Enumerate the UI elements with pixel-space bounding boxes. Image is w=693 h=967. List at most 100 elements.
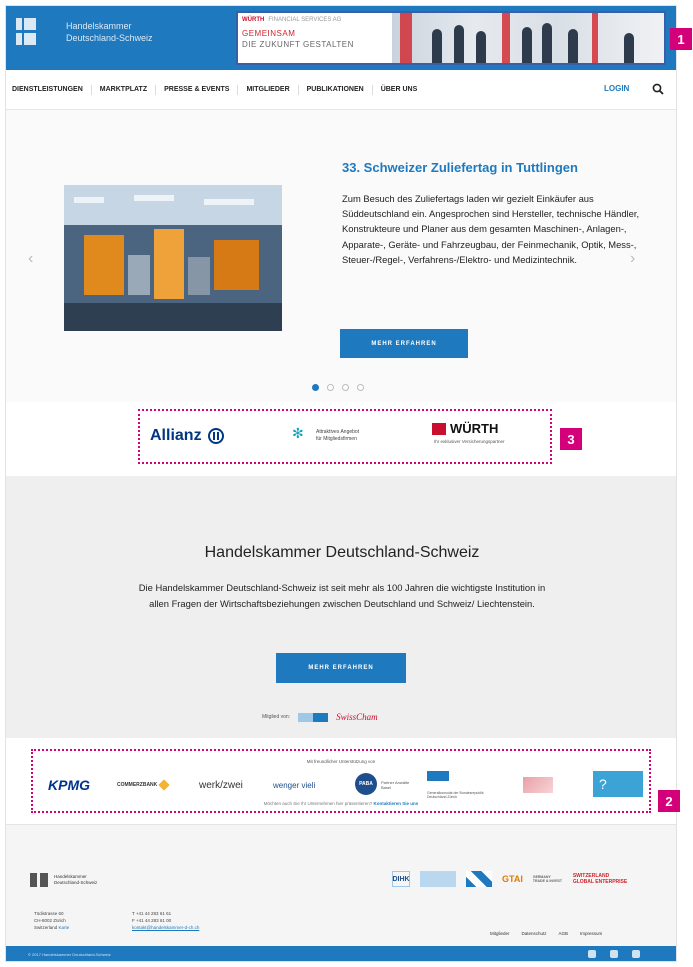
- footer-fax: F +41 44 283 61 00: [132, 918, 172, 923]
- nav-marktplatz[interactable]: MARKTPLATZ: [92, 84, 157, 95]
- logo-mark-icon: [16, 18, 56, 46]
- sponsor-logos: Allianz ✻ Attraktives Angebot für Mitgli…: [138, 409, 552, 464]
- membership-logo-icon[interactable]: [298, 712, 329, 722]
- search-icon[interactable]: [652, 83, 664, 95]
- paba-logo[interactable]: PABA: [355, 773, 377, 795]
- wurth-name: WÜRTH: [450, 421, 499, 436]
- bavaria-logo-icon[interactable]: [466, 871, 492, 887]
- carousel-dot-2[interactable]: [327, 384, 334, 391]
- commerzbank-ribbon-icon: [158, 779, 170, 791]
- allianz-eagle-icon: [208, 427, 225, 444]
- login-link[interactable]: LOGIN: [604, 84, 629, 93]
- linkedin-icon[interactable]: [632, 950, 640, 958]
- ad-banner-text: WÜRTH FINANCIAL SERVICES AG GEMEINSAM DI…: [242, 17, 390, 61]
- address-line3: Switzerland: [34, 925, 58, 930]
- partners-contact-link[interactable]: Kontaktieren Sie uns: [374, 801, 419, 806]
- switzerland-global-logo[interactable]: SWITZERLAND GLOBAL ENTERPRISE: [573, 871, 631, 887]
- footer-link-impressum[interactable]: Impressum: [580, 931, 602, 936]
- footer-logo[interactable]: Handelskammer Deutschland-Schweiz: [30, 873, 97, 887]
- about-text: Die Handelskammer Deutschland-Schweiz is…: [138, 582, 546, 609]
- carousel-dots: [312, 384, 364, 391]
- footer-link-agb[interactable]: AGB: [559, 931, 569, 936]
- carousel-dot-4[interactable]: [357, 384, 364, 391]
- hero-text: Zum Besuch des Zuliefertags laden wir ge…: [342, 193, 640, 265]
- hero-more-button[interactable]: MEHR ERFAHREN: [340, 329, 468, 358]
- member-label: Mitglied von:: [262, 714, 291, 720]
- dihk-logo[interactable]: DIHK: [392, 871, 410, 887]
- wenger-vieli-logo[interactable]: wenger vieli: [273, 775, 315, 795]
- partner-red-logo-icon[interactable]: [523, 777, 553, 793]
- wurth-logo[interactable]: WÜRTH Ihr exklusiver Versicherungspartne…: [432, 421, 542, 453]
- gtai-text: GERMANY TRADE & INVEST: [532, 875, 563, 883]
- swisscham-logo[interactable]: SwissCham: [336, 712, 378, 722]
- footer-phone: T +41 44 283 61 61: [132, 911, 172, 916]
- ad-banner[interactable]: WÜRTH FINANCIAL SERVICES AG GEMEINSAM DI…: [236, 11, 666, 65]
- footer-contact: T +41 44 283 61 61 F +41 44 283 61 00 ko…: [132, 910, 199, 931]
- werkzwei-logo[interactable]: werk/zwei: [199, 775, 243, 795]
- partners-heading: Mit freundlicher Unterstützung von: [306, 759, 376, 764]
- kpmg-logo[interactable]: KPMG: [48, 775, 90, 795]
- hero-image: [64, 185, 282, 331]
- offer-logo[interactable]: ✻ Attraktives Angebot für Mitgliedsfirme…: [292, 425, 392, 449]
- site-footer: Handelskammer Deutschland-Schweiz Tödist…: [6, 824, 676, 946]
- footer-logo-mark-icon: [30, 873, 48, 887]
- gtai-logo[interactable]: GTAI: [502, 871, 523, 887]
- twitter-icon[interactable]: [588, 950, 596, 958]
- nav-publikationen[interactable]: PUBLIKATIONEN: [299, 84, 373, 95]
- footer-logos: DIHK GTAI GERMANY TRADE & INVEST SWITZER…: [392, 871, 631, 887]
- offer-line1: Attraktives Angebot: [316, 429, 360, 435]
- allianz-logo[interactable]: Allianz: [150, 427, 225, 445]
- member-of: Mitglied von: SwissCham: [262, 712, 378, 722]
- footer-blue-logo-icon[interactable]: [420, 871, 456, 887]
- logo-line2: Deutschland-Schweiz: [66, 33, 153, 43]
- carousel-dot-1[interactable]: [312, 384, 319, 391]
- ad-banner-image: [392, 13, 664, 63]
- nav-ueber-uns[interactable]: ÜBER UNS: [373, 85, 426, 95]
- main-nav: DIENSTLEISTUNGEN MARKTPLATZ PRESSE & EVE…: [6, 70, 676, 110]
- paba-text: Partner Anwälte Basel: [381, 780, 410, 790]
- allianz-name: Allianz: [150, 427, 202, 444]
- nav-presse-events[interactable]: PRESSE & EVENTS: [156, 84, 239, 95]
- annotation-badge-3: 3: [560, 428, 582, 450]
- nav-dienstleistungen[interactable]: DIENSTLEISTUNGEN: [6, 84, 92, 95]
- about-section: Handelskammer Deutschland-Schweiz Die Ha…: [6, 476, 676, 738]
- footer-link-mitglieder[interactable]: Mitglieder: [490, 931, 510, 936]
- partner-logos: Mit freundlicher Unterstützung von KPMG …: [31, 749, 651, 813]
- commerzbank-logo[interactable]: COMMERZBANK: [117, 775, 170, 795]
- address-line1: Tödistrasse 60: [34, 911, 64, 916]
- partners-footer: Möchten auch Sie Ihr Unternehmen hier pr…: [33, 801, 649, 806]
- partners-footer-text: Möchten auch Sie Ihr Unternehmen hier pr…: [263, 801, 373, 806]
- offer-line2: für Mitgliedsfirmen: [316, 436, 357, 442]
- page: Handelskammer Deutschland-Schweiz WÜRTH …: [5, 5, 677, 962]
- wurth-sub: Ihr exklusiver Versicherungspartner: [434, 439, 505, 444]
- footer-email-link[interactable]: kontakt@handelskammer-d-ch.ch: [132, 925, 199, 930]
- logo-line1: Handelskammer: [66, 21, 132, 31]
- carousel-prev-arrow[interactable]: ‹: [28, 250, 33, 268]
- address-map-link[interactable]: Karte: [59, 925, 70, 930]
- site-header: Handelskammer Deutschland-Schweiz WÜRTH …: [6, 6, 676, 70]
- footer-address: Tödistrasse 60 CH-8002 Zürich Switzerlan…: [34, 910, 69, 931]
- copyright-bar: © 2017 Handelskammer Deutschland-Schweiz: [6, 946, 676, 961]
- sparkle-icon: ✻: [292, 425, 304, 441]
- annotation-badge-2: 2: [658, 790, 680, 812]
- hero-carousel: ‹ › 33. Schweizer Zuliefertag in Tuttlin…: [6, 110, 676, 402]
- address-line2: CH-8002 Zürich: [34, 918, 66, 923]
- partner-q-logo[interactable]: ?: [593, 771, 643, 797]
- logo-text: Handelskammer Deutschland-Schweiz: [66, 20, 153, 44]
- footer-link-datenschutz[interactable]: Datenschutz: [522, 931, 547, 936]
- commerzbank-name: COMMERZBANK: [117, 782, 158, 788]
- carousel-dot-3[interactable]: [342, 384, 349, 391]
- about-more-button[interactable]: MEHR ERFAHREN: [276, 653, 406, 683]
- wurth-mark-icon: [432, 423, 446, 435]
- facebook-icon[interactable]: [610, 950, 618, 958]
- annotation-badge-1: 1: [670, 28, 692, 50]
- ad-brand: WÜRTH: [242, 17, 265, 23]
- ad-brand-sub: FINANCIAL SERVICES AG: [268, 17, 342, 23]
- consulate-flag-icon[interactable]: [427, 771, 449, 781]
- nav-mitglieder[interactable]: MITGLIEDER: [238, 84, 299, 95]
- ad-line1: GEMEINSAM: [242, 29, 296, 38]
- footer-logo-line2: Deutschland-Schweiz: [54, 880, 98, 885]
- ad-line2: DIE ZUKUNFT GESTALTEN: [242, 40, 354, 49]
- site-logo[interactable]: Handelskammer Deutschland-Schweiz: [16, 18, 153, 46]
- copyright-text: © 2017 Handelskammer Deutschland-Schweiz: [28, 952, 111, 957]
